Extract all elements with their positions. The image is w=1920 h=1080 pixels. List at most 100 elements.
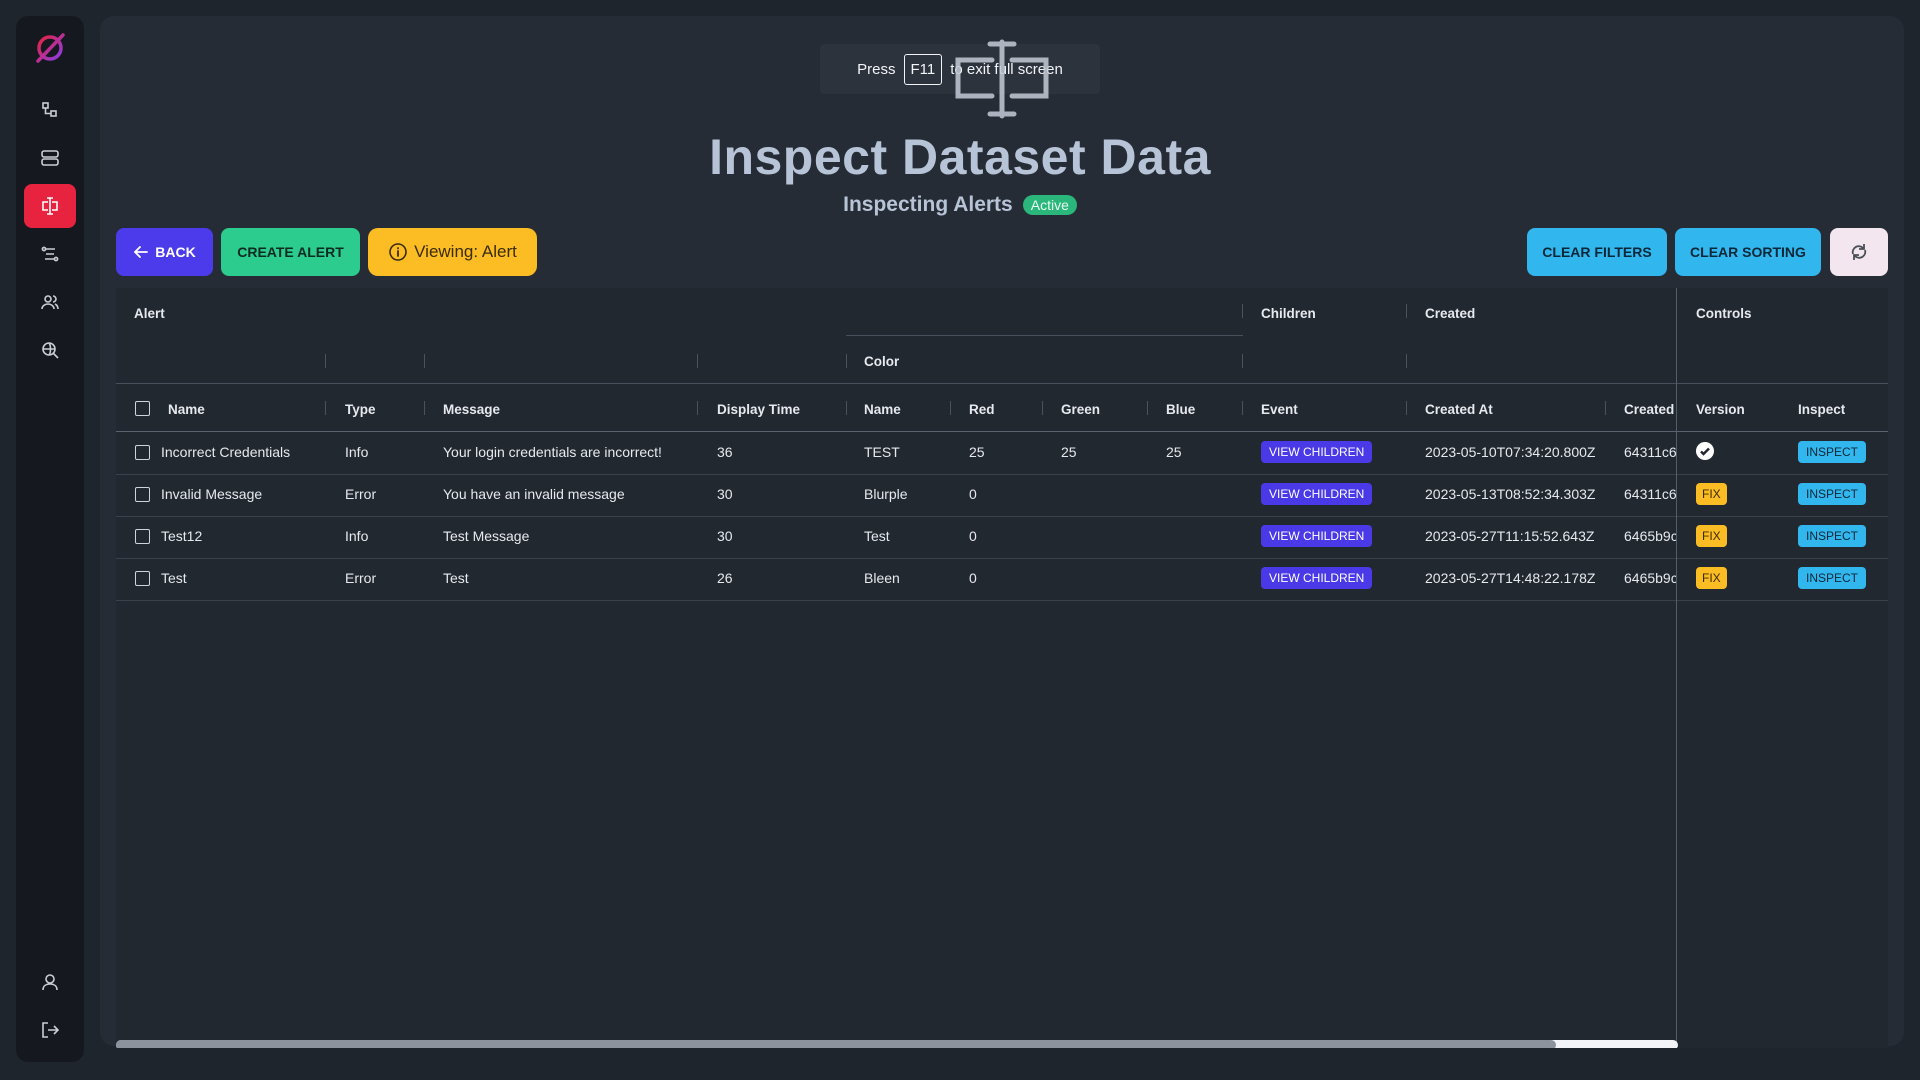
view-children-button[interactable]: VIEW CHILDREN [1261, 525, 1373, 547]
create-alert-button[interactable]: CREATE ALERT [221, 228, 360, 276]
fix-button[interactable]: FIX [1696, 483, 1727, 505]
cell-color-name: TEST [864, 444, 900, 460]
fullscreen-hint-key: F11 [903, 53, 943, 85]
column-header-color-name[interactable]: Name [864, 402, 901, 417]
cell-red: 0 [969, 570, 977, 586]
logout-icon [42, 1022, 60, 1038]
cell-created-at: 2023-05-27T11:15:52.643Z [1425, 528, 1595, 544]
cell-created-by: 6465b9c [1624, 528, 1676, 544]
group-header-created: Created [1425, 306, 1476, 321]
sidebar-item-search-globe[interactable] [24, 328, 76, 372]
row-divider [116, 558, 1888, 559]
fullscreen-hint-prefix: Press [857, 60, 896, 78]
clear-sorting-button[interactable]: CLEAR SORTING [1675, 228, 1821, 276]
horizontal-scrollbar[interactable] [116, 1040, 1678, 1048]
column-header-created-by[interactable]: Created [1624, 402, 1674, 417]
column-header-display-time[interactable]: Display Time [717, 402, 800, 417]
flow-icon [41, 246, 59, 262]
page-title: Inspect Dataset Data [709, 129, 1211, 185]
cell-name: Incorrect Credentials [161, 444, 291, 460]
sidebar-item-flow[interactable] [24, 232, 76, 276]
status-badge: Active [1022, 195, 1077, 215]
page-subtitle: Inspecting Alerts [843, 193, 1013, 216]
fix-button[interactable]: FIX [1696, 525, 1727, 547]
scrollbar-thumb[interactable] [116, 1040, 1556, 1048]
clear-filters-button[interactable]: CLEAR FILTERS [1527, 228, 1667, 276]
search-globe-icon [42, 342, 59, 359]
column-header-green[interactable]: Green [1061, 402, 1100, 417]
column-header-event[interactable]: Event [1261, 402, 1298, 417]
cell-green: 25 [1061, 444, 1077, 460]
hierarchy-icon [42, 102, 57, 117]
cell-type: Error [345, 570, 377, 586]
column-header-inspect[interactable]: Inspect [1798, 402, 1845, 417]
back-button-label: BACK [155, 244, 196, 260]
cell-color-name: Blurple [864, 486, 908, 502]
sidebar-item-users[interactable] [24, 280, 76, 324]
sidebar-item-profile[interactable] [24, 960, 76, 1004]
cell-type: Info [345, 528, 369, 544]
fix-button[interactable]: FIX [1696, 567, 1727, 589]
select-all-checkbox[interactable] [135, 401, 150, 416]
view-children-button[interactable]: VIEW CHILDREN [1261, 483, 1373, 505]
cell-red: 0 [969, 528, 977, 544]
inspect-button[interactable]: INSPECT [1798, 483, 1867, 505]
inspect-button[interactable]: INSPECT [1798, 567, 1867, 589]
row-checkbox[interactable] [135, 529, 150, 544]
info-icon [389, 243, 407, 261]
cell-display-time: 26 [717, 570, 733, 586]
cell-name: Test [161, 570, 187, 586]
inspect-button[interactable]: INSPECT [1798, 441, 1867, 463]
row-divider [116, 600, 1888, 601]
cell-color-name: Test [864, 528, 890, 544]
users-icon [41, 295, 59, 310]
arrow-left-icon [133, 246, 149, 258]
cell-red: 25 [969, 444, 985, 460]
group-header-alert: Alert [134, 306, 165, 321]
data-table: Alert Children Created Controls Color Na… [116, 288, 1888, 1048]
row-divider [116, 474, 1888, 475]
row-divider [116, 516, 1888, 517]
column-header-message[interactable]: Message [443, 402, 500, 417]
column-header-name[interactable]: Name [168, 402, 205, 417]
cell-created-by: 64311c6 [1624, 444, 1676, 460]
cell-name: Invalid Message [161, 486, 263, 502]
viewing-label: Viewing: Alert [414, 242, 517, 261]
cell-display-time: 30 [717, 486, 733, 502]
group-header-color: Color [864, 354, 900, 369]
cell-created-by: 6465b9c [1624, 570, 1676, 586]
column-header-created-at[interactable]: Created At [1425, 402, 1493, 417]
viewing-indicator-button[interactable]: Viewing: Alert [368, 228, 537, 276]
cell-type: Info [345, 444, 369, 460]
group-header-controls: Controls [1696, 306, 1752, 321]
cell-message: Test [443, 570, 469, 586]
view-children-button[interactable]: VIEW CHILDREN [1261, 441, 1373, 463]
column-header-type[interactable]: Type [345, 402, 376, 417]
cell-display-time: 30 [717, 528, 733, 544]
sidebar-item-logout[interactable] [24, 1008, 76, 1052]
column-header-red[interactable]: Red [969, 402, 995, 417]
group-header-children: Children [1261, 306, 1316, 321]
column-header-blue[interactable]: Blue [1166, 402, 1195, 417]
cell-message: Test Message [443, 528, 530, 544]
refresh-icon [1851, 244, 1867, 260]
cell-message: Your login credentials are incorrect! [443, 444, 662, 460]
sidebar-item-hierarchy[interactable] [24, 88, 76, 132]
row-checkbox[interactable] [135, 571, 150, 586]
row-checkbox[interactable] [135, 445, 150, 460]
inspect-header-icon [955, 39, 1049, 119]
refresh-button[interactable] [1830, 228, 1888, 276]
cell-created-at: 2023-05-10T07:34:20.800Z [1425, 444, 1596, 460]
cell-red: 0 [969, 486, 977, 502]
inspect-button[interactable]: INSPECT [1798, 525, 1867, 547]
column-header-version[interactable]: Version [1696, 402, 1745, 417]
app-logo-icon[interactable] [32, 30, 68, 66]
profile-icon [42, 974, 58, 991]
row-checkbox[interactable] [135, 487, 150, 502]
subtitle-row: Inspecting Alerts Active [0, 193, 1920, 217]
cell-created-at: 2023-05-27T14:48:22.178Z [1425, 570, 1596, 586]
cell-color-name: Bleen [864, 570, 900, 586]
back-button[interactable]: BACK [116, 228, 213, 276]
cell-blue: 25 [1166, 444, 1182, 460]
view-children-button[interactable]: VIEW CHILDREN [1261, 567, 1373, 589]
